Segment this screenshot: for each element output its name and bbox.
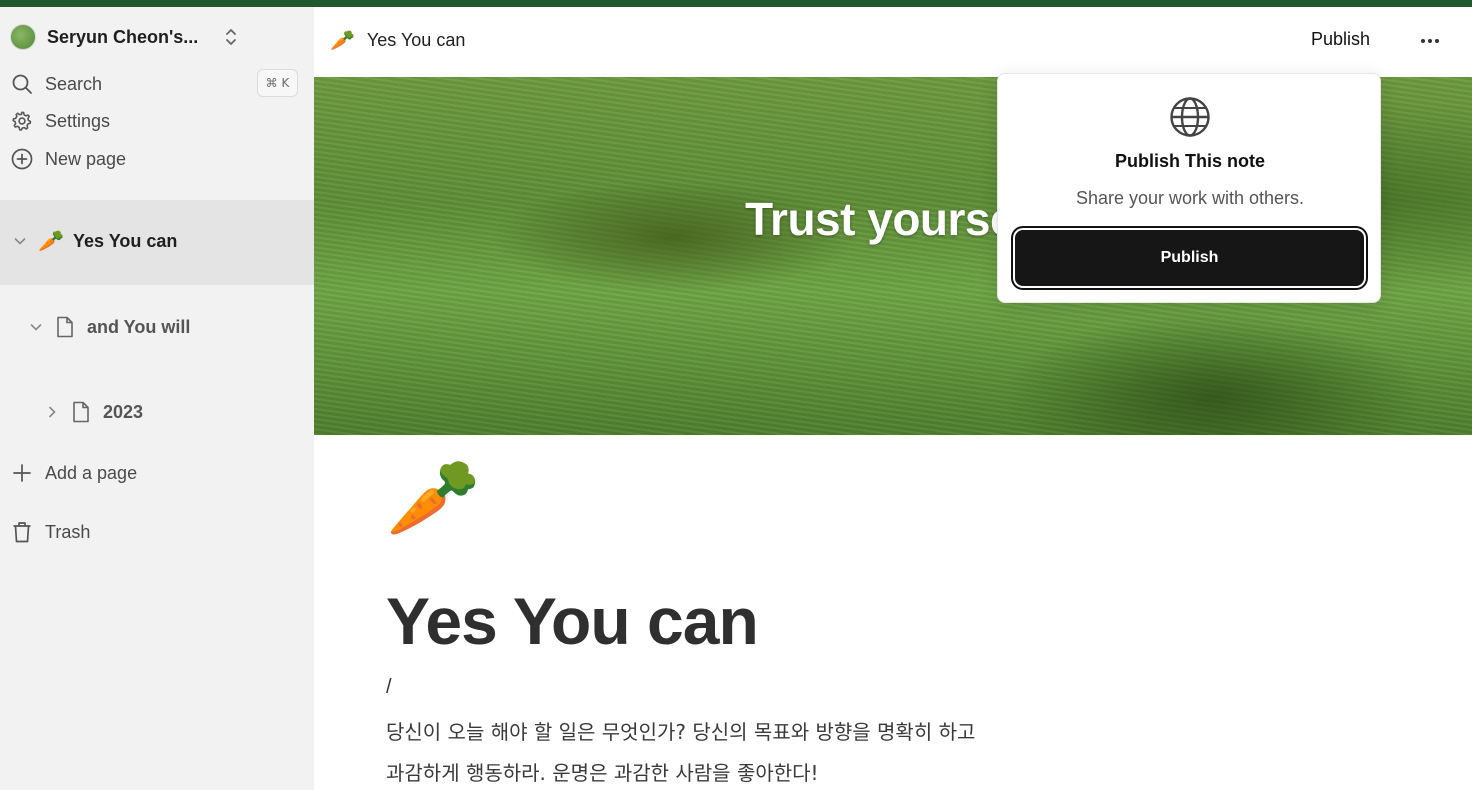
search-shortcut-badge: ⌘ K xyxy=(257,69,298,97)
publish-button[interactable]: Publish xyxy=(1015,230,1364,286)
chevron-up-down-icon[interactable] xyxy=(222,25,240,49)
workspace-avatar xyxy=(10,24,36,50)
chevron-down-icon[interactable] xyxy=(12,233,28,249)
sidebar-search[interactable]: Search ⌘ K xyxy=(10,69,300,97)
tree-item-label: and You will xyxy=(87,316,191,337)
page-icon-carrot[interactable]: 🥕 xyxy=(386,460,481,536)
page-title[interactable]: Yes You can xyxy=(386,583,759,659)
slash-command-line[interactable]: / xyxy=(386,676,392,699)
body-text-line[interactable]: 당신이 오늘 해야 할 일은 무엇인가? 당신의 목표와 방향을 명확히 하고 xyxy=(386,716,975,745)
gear-icon xyxy=(10,109,34,133)
tree-item-and-you-will[interactable]: and You will xyxy=(28,313,190,341)
add-page-label: Add a page xyxy=(45,462,138,483)
publish-popover: Publish This note Share your work with o… xyxy=(997,73,1381,303)
new-page-label: New page xyxy=(45,148,127,169)
sidebar: Seryun Cheon's... Search ⌘ K Settings Ne… xyxy=(0,7,314,790)
tree-item-label: 2023 xyxy=(103,401,144,422)
trash-label: Trash xyxy=(45,521,91,542)
page-topbar: 🥕 Yes You can Publish xyxy=(314,7,1472,77)
carrot-icon: 🥕 xyxy=(38,228,65,253)
tree-item-yes-you-can[interactable]: 🥕 Yes You can xyxy=(12,227,177,255)
popover-subtitle: Share your work with others. xyxy=(1075,188,1305,208)
body-text-line[interactable]: 과감하게 행동하라. 운명은 과감한 사람을 좋아한다! xyxy=(386,757,819,786)
publish-menu-button[interactable]: Publish xyxy=(1311,29,1370,50)
tree-item-2023[interactable]: 2023 xyxy=(44,398,143,426)
breadcrumb[interactable]: 🥕 Yes You can xyxy=(330,28,465,52)
chevron-right-icon[interactable] xyxy=(44,404,60,420)
settings-label: Settings xyxy=(45,110,111,131)
sidebar-trash[interactable]: Trash xyxy=(10,519,300,545)
breadcrumb-title: Yes You can xyxy=(366,29,466,50)
sidebar-new-page[interactable]: New page xyxy=(10,146,300,172)
plus-icon xyxy=(10,461,34,485)
search-label: Search xyxy=(45,73,103,94)
carrot-icon: 🥕 xyxy=(330,28,355,52)
sidebar-settings[interactable]: Settings xyxy=(10,108,300,134)
popover-title: Publish This note xyxy=(1114,151,1265,171)
document-icon xyxy=(70,401,92,423)
tree-item-label: Yes You can xyxy=(73,230,178,251)
globe-icon xyxy=(1170,97,1210,137)
more-options-icon[interactable] xyxy=(1416,27,1444,55)
sidebar-add-page[interactable]: Add a page xyxy=(10,460,300,486)
workspace-switcher[interactable]: Seryun Cheon's... xyxy=(10,24,300,50)
workspace-name: Seryun Cheon's... xyxy=(47,26,199,47)
top-accent-strip xyxy=(0,0,1472,7)
trash-icon xyxy=(10,520,34,544)
plus-circle-icon xyxy=(10,147,34,171)
chevron-down-icon[interactable] xyxy=(28,319,44,335)
document-icon xyxy=(54,316,76,338)
search-icon xyxy=(10,72,34,96)
